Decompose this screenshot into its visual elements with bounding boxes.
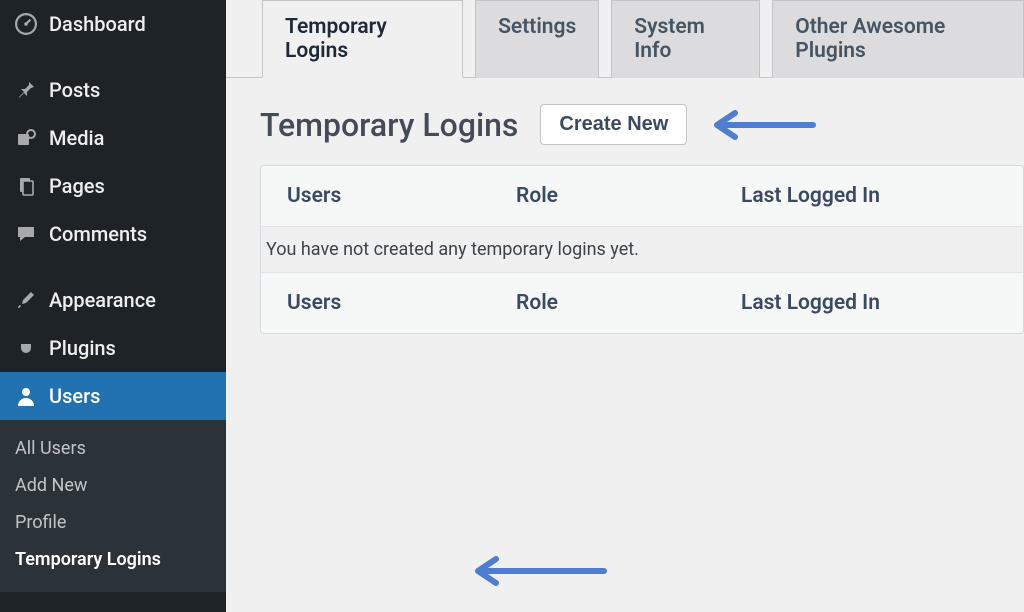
tab-label: System Info [634, 15, 705, 63]
tab-label: Settings [498, 15, 576, 39]
sidebar-item-pages[interactable]: Pages [0, 162, 226, 210]
sidebar-item-label: Posts [49, 78, 100, 102]
sidebar-item-label: Users [49, 384, 100, 408]
tab-temporary-logins[interactable]: Temporary Logins [262, 0, 463, 78]
col-lastlogin-footer: Last Logged In [741, 291, 1023, 315]
table-foot: Users Role Last Logged In [261, 273, 1023, 333]
arrow-left-icon [470, 556, 610, 586]
col-users-header[interactable]: Users [261, 184, 516, 208]
submenu-label: Temporary Logins [15, 549, 161, 570]
sidebar-item-media[interactable]: Media [0, 114, 226, 162]
col-role-footer: Role [516, 291, 741, 315]
main-content: Temporary Logins Settings System Info Ot… [226, 0, 1024, 612]
submenu-label: Profile [15, 512, 66, 533]
create-new-button[interactable]: Create New [540, 104, 687, 145]
tab-system-info[interactable]: System Info [611, 0, 760, 78]
brush-icon [15, 289, 37, 311]
sidebar-item-label: Appearance [49, 288, 156, 312]
sidebar-item-appearance[interactable]: Appearance [0, 276, 226, 324]
submenu-item-add-new[interactable]: Add New [0, 467, 226, 504]
admin-sidebar: Dashboard Posts Media Pages Comments App… [0, 0, 226, 612]
sidebar-item-label: Pages [49, 174, 105, 198]
tab-bar: Temporary Logins Settings System Info Ot… [226, 0, 1024, 78]
page-title: Temporary Logins [260, 106, 518, 144]
tab-label: Other Awesome Plugins [795, 15, 945, 63]
submenu-item-all-users[interactable]: All Users [0, 430, 226, 467]
table-head: Users Role Last Logged In [261, 166, 1023, 226]
submenu-item-profile[interactable]: Profile [0, 504, 226, 541]
sidebar-item-plugins[interactable]: Plugins [0, 324, 226, 372]
sidebar-item-users[interactable]: Users [0, 372, 226, 420]
sidebar-item-dashboard[interactable]: Dashboard [0, 0, 226, 48]
empty-state-message: You have not created any temporary login… [260, 226, 1023, 273]
col-lastlogin-header[interactable]: Last Logged In [741, 184, 1023, 208]
submenu-label: All Users [15, 438, 86, 459]
tab-label: Temporary Logins [285, 15, 387, 63]
comment-icon [15, 223, 37, 245]
users-submenu: All Users Add New Profile Temporary Logi… [0, 420, 226, 592]
logins-table: Users Role Last Logged In You have not c… [260, 165, 1024, 334]
tab-other-plugins[interactable]: Other Awesome Plugins [772, 0, 1024, 78]
col-users-footer: Users [261, 291, 516, 315]
sidebar-item-label: Dashboard [49, 12, 146, 36]
sidebar-item-label: Media [49, 126, 104, 150]
dashboard-icon [15, 13, 37, 35]
plug-icon [15, 337, 37, 359]
arrow-left-icon [709, 110, 819, 140]
media-icon [15, 127, 37, 149]
submenu-item-temporary-logins[interactable]: Temporary Logins [0, 541, 226, 578]
col-role-header[interactable]: Role [516, 184, 741, 208]
user-icon [15, 385, 37, 407]
submenu-label: Add New [15, 475, 87, 496]
pin-icon [15, 79, 37, 101]
sidebar-item-label: Comments [49, 222, 147, 246]
sidebar-item-posts[interactable]: Posts [0, 66, 226, 114]
sidebar-item-comments[interactable]: Comments [0, 210, 226, 258]
tab-settings[interactable]: Settings [475, 0, 599, 78]
sidebar-item-label: Plugins [49, 336, 116, 360]
pages-icon [15, 175, 37, 197]
